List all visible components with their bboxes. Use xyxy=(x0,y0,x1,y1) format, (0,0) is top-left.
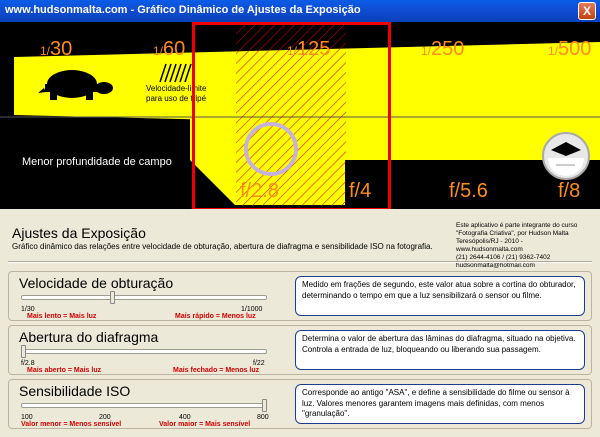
iso-tick-400: 400 xyxy=(179,414,191,421)
iso-slider-thumb[interactable] xyxy=(262,399,267,412)
aperture-label-8: f/8 xyxy=(558,180,581,202)
iso-hint-low: Valor menor = Menos sensível xyxy=(21,421,122,428)
aperture-hint-low: Mais aberto = Mais luz xyxy=(27,367,102,374)
shutter-max-label: 1/1000 xyxy=(241,306,263,313)
shutter-hint-high: Mais rápido = Menos luz xyxy=(175,313,256,320)
aperture-slider-track[interactable] xyxy=(21,349,267,354)
aperture-group: Abertura do diafragma f/2.8 f/22 Mais ab… xyxy=(8,325,592,375)
window-title: www.hudsonmalta.com - Gráfico Dinâmico d… xyxy=(5,4,361,16)
aperture-title: Abertura do diafragma xyxy=(19,329,159,345)
aperture-min-label: f/2.8 xyxy=(21,360,35,367)
exposure-visualization: 1/30 1/60 1/125 1/250 1/500 Velocidade-l… xyxy=(0,22,600,209)
shutter-title: Velocidade de obturação xyxy=(19,275,174,291)
shutter-hint-low: Mais lento = Mais luz xyxy=(27,313,97,320)
aperture-hint-high: Mais fechado = Menos luz xyxy=(173,367,260,374)
shutter-slider-track[interactable] xyxy=(21,295,267,300)
aperture-slider-thumb[interactable] xyxy=(21,345,26,358)
header-divider xyxy=(8,261,592,263)
page-title: Ajustes da Exposição xyxy=(12,225,146,241)
title-bar: www.hudsonmalta.com - Gráfico Dinâmico d… xyxy=(0,0,600,22)
iso-tick-200: 200 xyxy=(99,414,111,421)
speed-label-60: 1/60 xyxy=(153,38,186,60)
shutter-min-label: 1/30 xyxy=(21,306,35,313)
iso-tick-800: 800 xyxy=(257,414,269,421)
shutter-group: Velocidade de obturação 1/30 1/1000 Mais… xyxy=(8,271,592,321)
shutter-icon xyxy=(542,132,590,180)
depth-of-field-label: Menor profundidade de campo xyxy=(22,156,172,168)
aperture-max-label: f/22 xyxy=(253,360,265,367)
shutter-description: Medido em frações de segundo, este valor… xyxy=(295,276,585,316)
iso-group: Sensibilidade ISO 100 200 400 800 Valor … xyxy=(8,379,592,429)
speed-label-250: 1/250 xyxy=(421,38,465,60)
iso-description: Corresponde ao antigo "ASA", e define a … xyxy=(295,384,585,424)
speed-label-500: 1/500 xyxy=(548,38,592,60)
controls-panel: Ajustes da Exposição Gráfico dinâmico da… xyxy=(4,211,596,435)
aperture-description: Determina o valor de abertura das lâmina… xyxy=(295,330,585,370)
close-button[interactable]: X xyxy=(578,2,596,20)
page-subtitle: Gráfico dinâmico das relações entre velo… xyxy=(12,242,433,251)
shutter-slider-thumb[interactable] xyxy=(110,291,116,304)
aperture-label-5-6: f/5.6 xyxy=(449,180,488,202)
iso-hint-high: Valor maior = Mais sensível xyxy=(159,421,251,428)
speed-label-30: 1/30 xyxy=(40,38,73,60)
iso-slider-track[interactable] xyxy=(21,403,267,408)
exposure-viewfinder-frame xyxy=(192,22,391,209)
iso-title: Sensibilidade ISO xyxy=(19,383,131,399)
iso-tick-100: 100 xyxy=(21,414,33,421)
